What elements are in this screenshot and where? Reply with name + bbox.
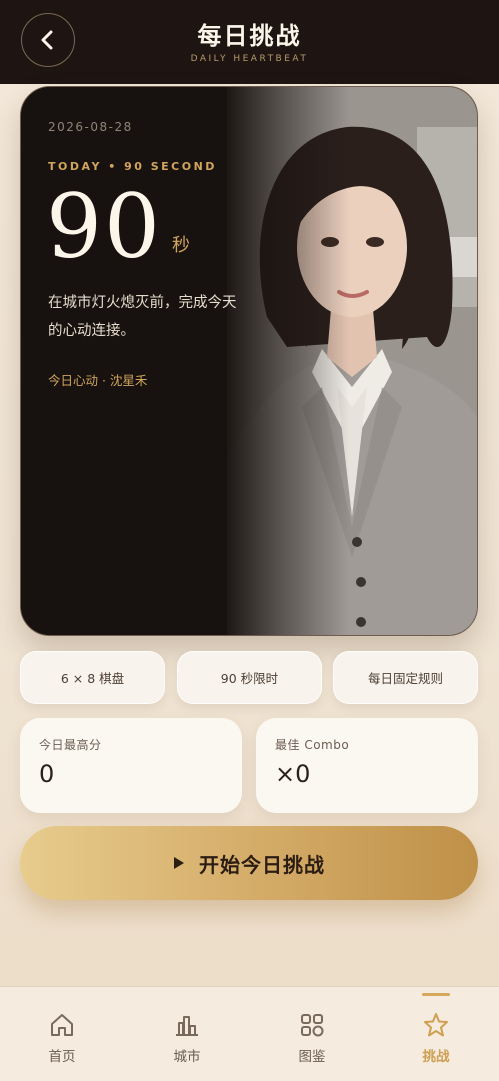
page-subtitle: DAILY HEARTBEAT <box>190 54 309 64</box>
city-icon <box>176 1016 198 1036</box>
bottom-navigation: 首页 城市 图鉴 挑战 <box>0 986 499 1081</box>
nav-label-city: 城市 <box>173 1049 201 1065</box>
board-size-chip: 6 × 8 棋盘 <box>20 651 165 704</box>
active-tab-indicator <box>422 993 450 996</box>
time-unit: 秒 <box>172 235 190 256</box>
nav-label-challenge: 挑战 <box>422 1049 450 1065</box>
play-icon <box>174 857 184 869</box>
challenge-tagline: TODAY • 90 SECOND <box>48 160 217 173</box>
nav-item-city[interactable]: 城市 <box>125 987 249 1081</box>
best-score-card: 今日最高分 0 <box>20 718 242 813</box>
nav-label-home: 首页 <box>48 1049 76 1065</box>
nav-item-home[interactable]: 首页 <box>0 987 124 1081</box>
best-combo-card: 最佳 Combo ×0 <box>256 718 478 813</box>
grid-icon <box>301 1014 324 1037</box>
best-combo-label: 最佳 Combo <box>275 738 350 752</box>
home-icon <box>51 1014 73 1036</box>
character-signature: 今日心动 · 沈星禾 <box>48 373 148 388</box>
start-challenge-label: 开始今日挑战 <box>199 852 325 877</box>
fixed-rules-chip: 每日固定规则 <box>333 651 478 704</box>
best-score-value: 0 <box>39 760 55 788</box>
challenge-description: 在城市灯火熄灭前，完成今天的心动连接。 <box>48 295 237 339</box>
star-icon <box>424 1013 448 1037</box>
start-challenge-button[interactable]: 开始今日挑战 <box>20 826 478 900</box>
daily-challenge-card: 2026-08-28 TODAY • 90 SECOND 90 秒 在城市灯火熄… <box>20 86 478 636</box>
nav-item-gallery[interactable]: 图鉴 <box>250 987 374 1081</box>
page-title: 每日挑战 <box>197 21 302 50</box>
top-bar: 每日挑战 DAILY HEARTBEAT <box>0 0 499 84</box>
best-score-label: 今日最高分 <box>39 738 102 752</box>
best-combo-value: ×0 <box>275 760 311 788</box>
nav-label-gallery: 图鉴 <box>298 1049 326 1065</box>
challenge-date: 2026-08-28 <box>48 120 133 134</box>
nav-item-challenge[interactable]: 挑战 <box>374 987 498 1081</box>
time-limit-chip: 90 秒限时 <box>177 651 322 704</box>
time-limit-number: 90 <box>46 175 162 278</box>
